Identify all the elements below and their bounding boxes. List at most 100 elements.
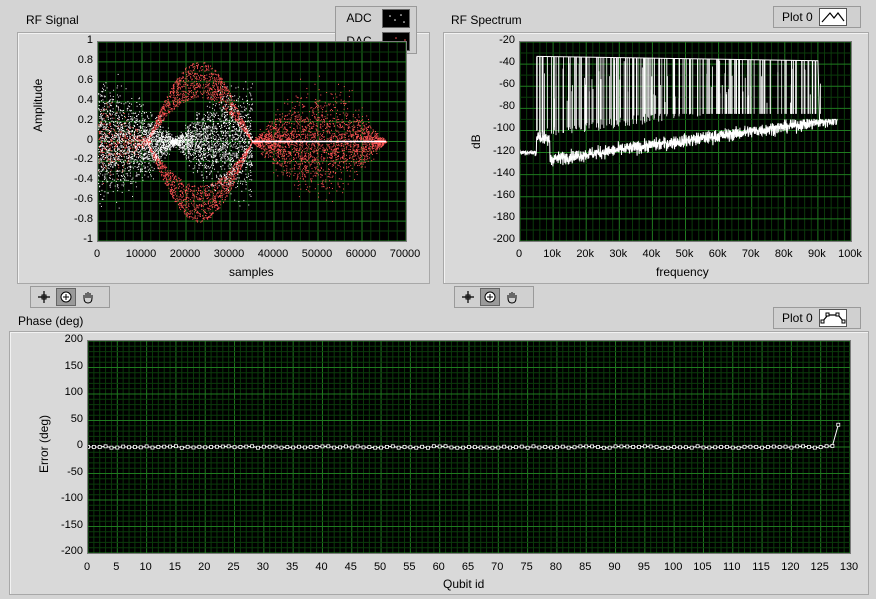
- phase-point: [291, 445, 296, 450]
- rf-spectrum-plot-legend[interactable]: Plot 0: [773, 6, 861, 28]
- phase-ytick: -50: [67, 465, 83, 478]
- phase-point: [596, 445, 600, 449]
- phase-point: [420, 444, 425, 449]
- phase-point: [789, 445, 794, 450]
- phase-point: [314, 445, 319, 449]
- phase-plot-area[interactable]: [87, 340, 851, 554]
- phase-point: [238, 445, 243, 449]
- phase-point: [678, 445, 682, 450]
- rf-spectrum-xtick: 50k: [675, 248, 694, 260]
- phase-point: [127, 445, 131, 450]
- phase-xtick: 20: [198, 561, 211, 573]
- phase-point: [279, 445, 284, 450]
- phase-point: [496, 445, 501, 450]
- phase-point: [472, 445, 477, 450]
- phase-point: [220, 444, 225, 449]
- pan-hand-icon[interactable]: [503, 289, 521, 305]
- phase-xtick: 50: [373, 561, 387, 573]
- rf-signal-plot-area[interactable]: [97, 41, 407, 242]
- phase-point: [467, 445, 471, 449]
- phase-point: [549, 445, 553, 450]
- phase-point: [97, 445, 102, 449]
- pan-hand-icon[interactable]: [79, 289, 97, 305]
- phase-point: [584, 444, 589, 449]
- rf-signal-ytick: 0.2: [77, 113, 93, 126]
- phase-point: [730, 445, 735, 450]
- rf-spectrum-xlabel: frequency: [656, 265, 709, 279]
- phase-xtick: 110: [722, 561, 741, 573]
- phase-xtick: 30: [256, 561, 269, 573]
- phase-point: [555, 445, 559, 450]
- phase-point: [232, 445, 237, 450]
- phase-point: [308, 444, 313, 449]
- phase-point: [478, 445, 483, 450]
- rf-spectrum-plot-label: Plot 0: [782, 10, 813, 24]
- phase-point: [766, 445, 770, 449]
- rf-signal-title: RF Signal: [26, 13, 79, 27]
- phase-point: [795, 444, 800, 449]
- rf-signal-xtick: 0: [93, 248, 101, 260]
- phase-point: [132, 445, 137, 449]
- rf-signal-graph-palette: [30, 286, 110, 308]
- phase-point: [560, 444, 565, 449]
- phase-point: [373, 445, 378, 450]
- phase-point: [637, 445, 641, 449]
- rf-spectrum-plot-area[interactable]: [519, 41, 852, 242]
- phase-point: [361, 445, 366, 450]
- phase-ytick: -150: [60, 518, 83, 531]
- phase-ytick: -200: [60, 545, 83, 557]
- phase-xtick: 80: [549, 561, 563, 573]
- phase-ytick: -100: [60, 492, 83, 504]
- phase-xtick: 125: [810, 561, 829, 573]
- phase-plot-legend[interactable]: Plot 0: [773, 307, 861, 329]
- phase-point: [431, 444, 436, 449]
- phase-point: [754, 445, 759, 449]
- phase-point: [513, 445, 518, 450]
- phase-point: [396, 445, 401, 450]
- phase-point: [830, 444, 835, 448]
- phase-point: [601, 445, 606, 450]
- rf-signal-ylabel: Amplitude: [31, 78, 45, 132]
- phase-point: [115, 445, 120, 450]
- phase-point: [760, 445, 764, 450]
- phase-xtick: 65: [461, 561, 475, 573]
- phase-point: [719, 445, 723, 449]
- phase-point: [725, 445, 729, 449]
- phase-point: [103, 444, 108, 449]
- rf-spectrum-ylabel: dB: [469, 134, 483, 149]
- phase-point: [209, 445, 213, 449]
- phase-ytick: 50: [70, 412, 83, 425]
- rf-spectrum-xtick: 70k: [741, 248, 760, 260]
- rf-signal-ytick: 0: [86, 133, 93, 146]
- phase-xtick: 95: [637, 561, 650, 573]
- phase-point: [215, 444, 219, 449]
- line-style-icon: [818, 309, 847, 327]
- phase-point: [437, 444, 442, 449]
- phase-point: [672, 445, 677, 450]
- phase-point: [642, 444, 647, 449]
- rf-spectrum-xtick: 80k: [774, 248, 793, 260]
- phase-point: [426, 445, 430, 450]
- phase-point: [701, 445, 706, 450]
- rf-spectrum-title: RF Spectrum: [451, 13, 522, 27]
- phase-point: [109, 445, 114, 450]
- phase-point: [777, 445, 782, 449]
- phase-point: [543, 445, 548, 449]
- phase-point: [390, 444, 395, 449]
- phase-point: [748, 444, 753, 449]
- phase-point: [572, 445, 577, 450]
- phase-point: [367, 445, 372, 449]
- zoom-icon[interactable]: [480, 288, 500, 306]
- phase-point: [525, 445, 530, 450]
- phase-point: [349, 445, 354, 450]
- cursor-move-icon[interactable]: [35, 289, 53, 305]
- phase-point: [801, 444, 806, 449]
- legend-item-adc[interactable]: ADC: [336, 7, 410, 29]
- phase-point: [824, 444, 829, 449]
- phase-point: [537, 445, 542, 450]
- phase-point: [484, 445, 489, 450]
- cursor-move-icon[interactable]: [459, 289, 477, 305]
- zoom-icon[interactable]: [56, 288, 76, 306]
- phase-point: [736, 445, 741, 450]
- rf-spectrum-ytick: -20: [499, 34, 515, 46]
